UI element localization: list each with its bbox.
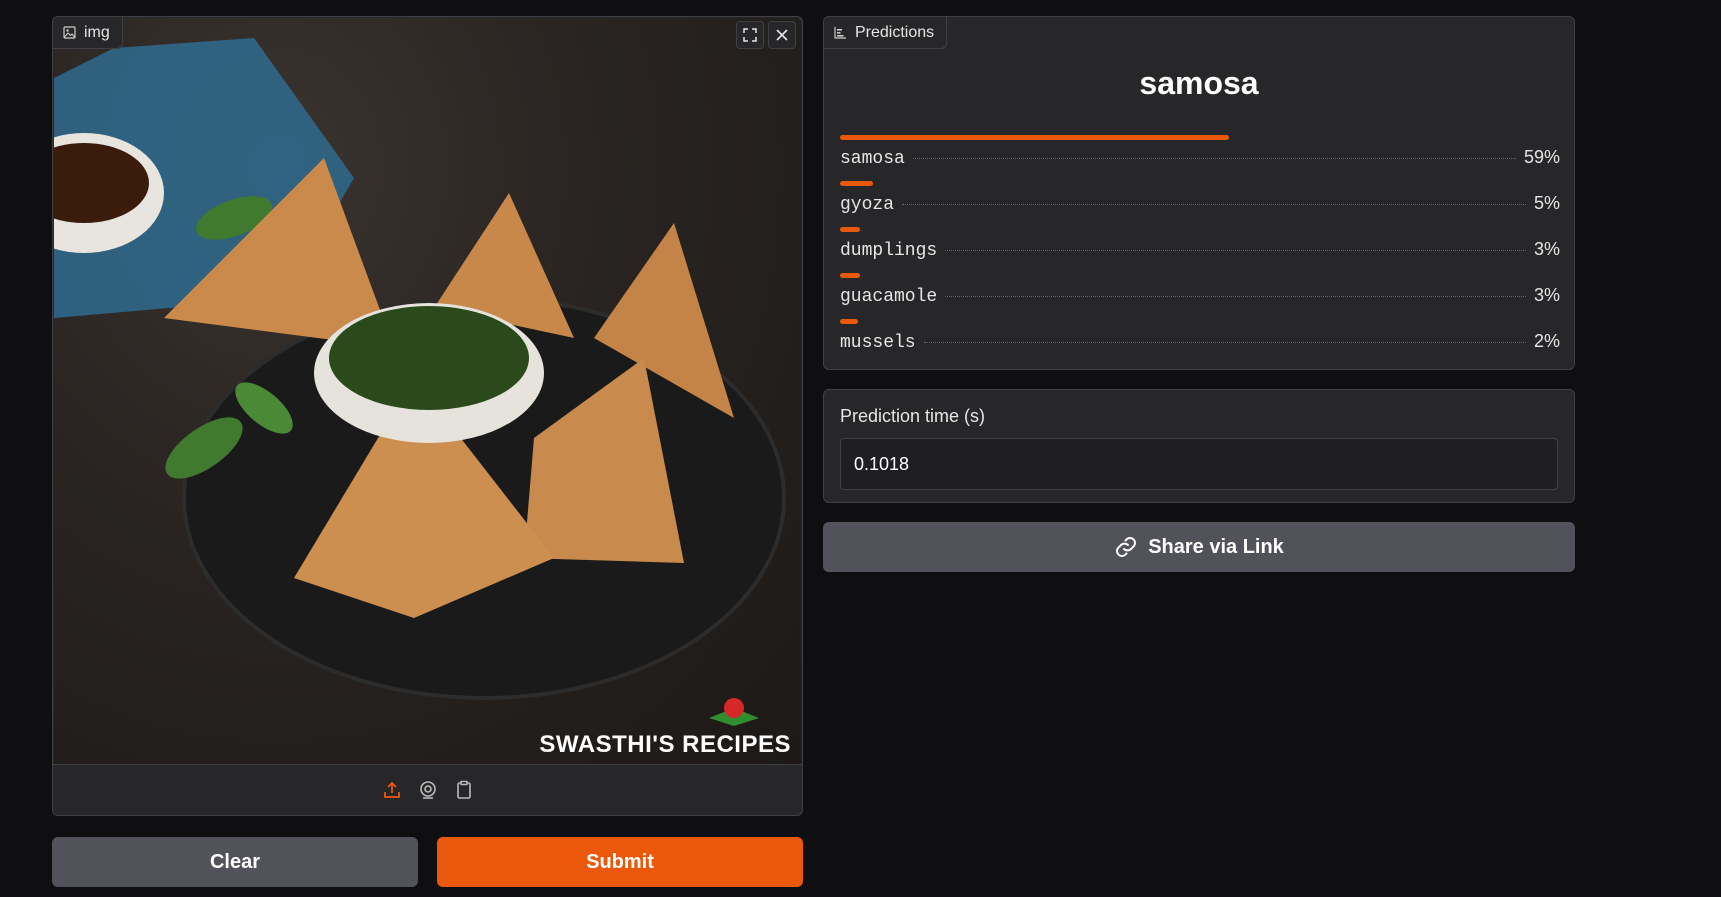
prediction-row: samosa 59% (840, 135, 1560, 181)
prediction-percent: 59% (1523, 147, 1560, 167)
confidence-bar (840, 319, 858, 324)
prediction-percent: 3% (1533, 239, 1560, 259)
top-prediction: samosa (1139, 65, 1259, 101)
prediction-time-panel: Prediction time (s) 0.1018 (823, 389, 1575, 503)
prediction-percent: 5% (1533, 193, 1560, 213)
predictions-tab: Predictions (824, 17, 948, 49)
predictions-panel: Predictions samosa samosa 59% gyoza 5% dumpl… (823, 16, 1575, 370)
image-icon (63, 26, 76, 39)
share-label: Share via Link (1148, 535, 1284, 558)
uploaded-image: SWASTHI'S RECIPES (54, 18, 801, 765)
link-icon (1116, 537, 1137, 557)
prediction-label: guacamole (840, 287, 938, 307)
image-tab: img (53, 17, 123, 49)
prediction-label: gyoza (840, 195, 895, 215)
share-via-link-button[interactable]: Share via Link (823, 522, 1575, 572)
clear-button[interactable]: Clear (52, 837, 418, 887)
prediction-label: mussels (840, 333, 916, 353)
prediction-list: samosa 59% gyoza 5% dumplings 3% guacamole 3% mu… (840, 135, 1560, 365)
webcam-icon[interactable] (418, 780, 438, 800)
confidence-bar (840, 181, 873, 186)
samosa-photo (54, 38, 786, 726)
image-input-panel[interactable]: SWASTHI'S RECIPES img (52, 16, 803, 816)
prediction-percent: 2% (1533, 331, 1560, 351)
leader-dots (923, 342, 1526, 343)
watermark-text: SWASTHI'S RECIPES (539, 731, 791, 758)
prediction-row: guacamole 3% (840, 273, 1560, 319)
leader-dots (912, 158, 1516, 159)
prediction-row: gyoza 5% (840, 181, 1560, 227)
upload-icon[interactable] (382, 780, 402, 800)
prediction-row: mussels 2% (840, 319, 1560, 365)
confidence-bar (840, 135, 1230, 140)
confidence-bar (840, 227, 860, 232)
leader-dots (945, 250, 1526, 251)
prediction-label: dumplings (840, 241, 938, 261)
prediction-percent: 3% (1533, 285, 1560, 305)
leader-dots (902, 204, 1526, 205)
submit-button[interactable]: Submit (437, 837, 803, 887)
leader-dots (945, 296, 1526, 297)
bar-chart-icon (834, 27, 846, 39)
image-source-toolbar (53, 764, 802, 815)
image-tab-label: img (84, 23, 110, 41)
prediction-time-label: Prediction time (s) (840, 406, 986, 426)
prediction-time-field[interactable]: 0.1018 (840, 438, 1558, 490)
predictions-tab-label: Predictions (855, 23, 935, 41)
clipboard-icon[interactable] (454, 780, 474, 800)
prediction-label: samosa (840, 149, 905, 169)
fullscreen-icon[interactable] (736, 21, 764, 49)
prediction-row: dumplings 3% (840, 227, 1560, 273)
close-icon[interactable] (768, 21, 796, 49)
confidence-bar (840, 273, 860, 278)
